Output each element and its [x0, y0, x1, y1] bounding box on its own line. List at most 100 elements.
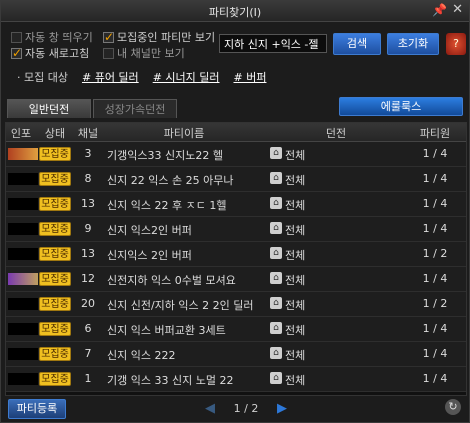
- checkbox-auto-refresh[interactable]: [11, 46, 22, 60]
- member-count: 1 / 4: [422, 147, 448, 160]
- reset-button[interactable]: 초기화: [387, 33, 439, 55]
- party-name: 신지익스 2인 버퍼: [107, 249, 192, 262]
- header-dungeon[interactable]: 던전: [266, 125, 406, 141]
- filter-tag-buffer[interactable]: # 버퍼: [234, 69, 267, 85]
- insight-icon: [8, 248, 38, 260]
- insight-icon: [8, 148, 38, 160]
- party-name: 기갱익스33 신지노22 헬: [107, 149, 223, 162]
- status-badge: 모집중: [39, 172, 71, 186]
- member-count: 1 / 2: [422, 247, 448, 260]
- channel-number: 20: [81, 297, 95, 310]
- dungeon-lock-icon: ⌂: [270, 372, 282, 384]
- dungeon-name: 전체: [285, 199, 306, 212]
- checkbox-my-channel[interactable]: [103, 47, 114, 59]
- dungeon-lock-icon: ⌂: [270, 272, 282, 284]
- insight-icon: [8, 198, 38, 210]
- channel-number: 1: [84, 372, 92, 385]
- table-row[interactable]: 모집중 20 신지 신전/지하 익스 2 2인 딜러 ⌂ 전체 1 / 2: [6, 292, 466, 317]
- table-row[interactable]: 모집중 13 신지익스 2인 버퍼 ⌂ 전체 1 / 2: [6, 242, 466, 267]
- status-badge: 모집중: [39, 322, 71, 336]
- dungeon-name: 전체: [285, 349, 306, 362]
- eluluks-button[interactable]: 에룰룩스: [339, 97, 463, 116]
- member-count: 1 / 2: [422, 297, 448, 310]
- filter-tag-pure-dealer[interactable]: # 퓨어 딜러: [82, 69, 139, 85]
- insight-icon: [8, 323, 38, 335]
- member-count: 1 / 4: [422, 322, 448, 335]
- party-table: 인포 상태 채널 파티이름 던전 파티원 모집중 3 기갱익스33 신지노22 헬 ⌂…: [5, 122, 467, 396]
- recruit-target-label: · 모집 대상: [17, 71, 68, 84]
- dungeon-lock-icon: ⌂: [270, 247, 282, 259]
- recruiting-only-label: 모집중인 파티만 보기: [117, 31, 216, 44]
- my-channel-option[interactable]: 내 채널만 보기: [103, 45, 185, 61]
- table-row[interactable]: 모집중 9 신지 익스2인 버퍼 ⌂ 전체 1 / 4: [6, 217, 466, 242]
- table-row[interactable]: 모집중 12 신전지하 익스 0수벌 모셔요 ⌂ 전체 1 / 4: [6, 267, 466, 292]
- insight-icon: [8, 223, 38, 235]
- party-name: 신전지하 익스 0수벌 모셔요: [107, 274, 236, 287]
- header-channel[interactable]: 채널: [74, 125, 102, 141]
- insight-icon: [8, 348, 38, 360]
- dungeon-name: 전체: [285, 224, 306, 237]
- table-row[interactable]: 모집중 13 신지 익스 22 후 ㅈㄷ 1헬 ⌂ 전체 1 / 4: [6, 192, 466, 217]
- member-count: 1 / 4: [422, 172, 448, 185]
- auto-refresh-option[interactable]: 자동 새로고침: [11, 45, 89, 61]
- channel-number: 8: [84, 172, 92, 185]
- dungeon-name: 전체: [285, 149, 306, 162]
- status-badge: 모집중: [39, 347, 71, 361]
- dungeon-name: 전체: [285, 174, 306, 187]
- my-channel-label: 내 채널만 보기: [117, 47, 185, 60]
- insight-icon: [8, 273, 38, 285]
- table-row[interactable]: 모집중 8 신지 22 익스 손 25 아무나 ⌂ 전체 1 / 4: [6, 167, 466, 192]
- dungeon-lock-icon: ⌂: [270, 322, 282, 334]
- register-party-button[interactable]: 파티등록: [8, 399, 66, 419]
- dungeon-name: 전체: [285, 274, 306, 287]
- party-name: 신지 22 익스 손 25 아무나: [107, 174, 234, 187]
- insight-icon: [8, 173, 38, 185]
- prev-page-icon[interactable]: ◀: [205, 401, 215, 416]
- member-count: 1 / 4: [422, 197, 448, 210]
- party-name: 신지 익스2인 버퍼: [107, 224, 192, 237]
- dungeon-name: 전체: [285, 249, 306, 262]
- party-name: 신지 익스 222: [107, 349, 176, 362]
- recruiting-only-option[interactable]: 모집중인 파티만 보기: [103, 29, 215, 45]
- dungeon-name: 전체: [285, 374, 306, 387]
- tab-normal-dungeon[interactable]: 일반던전: [7, 99, 91, 118]
- next-page-icon[interactable]: ▶: [277, 401, 287, 416]
- tab-growth-dungeon[interactable]: 성장가속던전: [93, 99, 177, 118]
- status-badge: 모집중: [39, 297, 71, 311]
- auto-refresh-label: 자동 새로고침: [25, 47, 90, 60]
- title-bar[interactable]: 파티찾기(I) 📌 ✕: [1, 1, 469, 22]
- checkbox-auto-popup[interactable]: [11, 31, 22, 43]
- dungeon-name: 전체: [285, 299, 306, 312]
- party-name: 신지 신전/지하 익스 2 2인 딜러: [107, 299, 254, 312]
- table-row[interactable]: 모집중 3 기갱익스33 신지노22 헬 ⌂ 전체 1 / 4: [6, 142, 466, 167]
- member-count: 1 / 4: [422, 372, 448, 385]
- close-icon[interactable]: ✕: [452, 2, 463, 17]
- party-name: 기갱 익스 33 신지 노멀 22: [107, 374, 234, 387]
- member-count: 1 / 4: [422, 272, 448, 285]
- channel-number: 7: [84, 347, 92, 360]
- channel-number: 13: [81, 247, 95, 260]
- refresh-icon[interactable]: ↻: [445, 399, 461, 415]
- auto-popup-option[interactable]: 자동 창 띄우기: [11, 29, 93, 45]
- table-row[interactable]: 모집중 1 기갱 익스 33 신지 노멀 22 ⌂ 전체 1 / 4: [6, 367, 466, 392]
- status-badge: 모집중: [39, 272, 71, 286]
- header-members[interactable]: 파티원: [408, 125, 462, 141]
- header-insight[interactable]: 인포: [6, 125, 36, 141]
- search-input[interactable]: [219, 34, 327, 53]
- filter-tag-synergy-dealer[interactable]: # 시너지 딜러: [153, 69, 220, 85]
- header-party-name[interactable]: 파티이름: [104, 125, 264, 141]
- table-row[interactable]: 모집중 6 신지 익스 버퍼교환 3세트 ⌂ 전체 1 / 4: [6, 317, 466, 342]
- recruit-target-filter: · 모집 대상 # 퓨어 딜러 # 시너지 딜러 # 버퍼: [17, 69, 266, 85]
- checkbox-recruiting-only[interactable]: [103, 30, 114, 44]
- party-name: 신지 익스 버퍼교환 3세트: [107, 324, 226, 337]
- table-row[interactable]: 모집중 7 신지 익스 222 ⌂ 전체 1 / 4: [6, 342, 466, 367]
- status-badge: 모집중: [39, 197, 71, 211]
- guide-book-icon[interactable]: ?: [446, 33, 466, 55]
- channel-number: 12: [81, 272, 95, 285]
- pin-icon[interactable]: 📌: [432, 3, 447, 17]
- search-button[interactable]: 검색: [333, 33, 381, 55]
- auto-popup-label: 자동 창 띄우기: [25, 31, 93, 44]
- status-badge: 모집중: [39, 222, 71, 236]
- header-status[interactable]: 상태: [38, 125, 72, 141]
- member-count: 1 / 4: [422, 222, 448, 235]
